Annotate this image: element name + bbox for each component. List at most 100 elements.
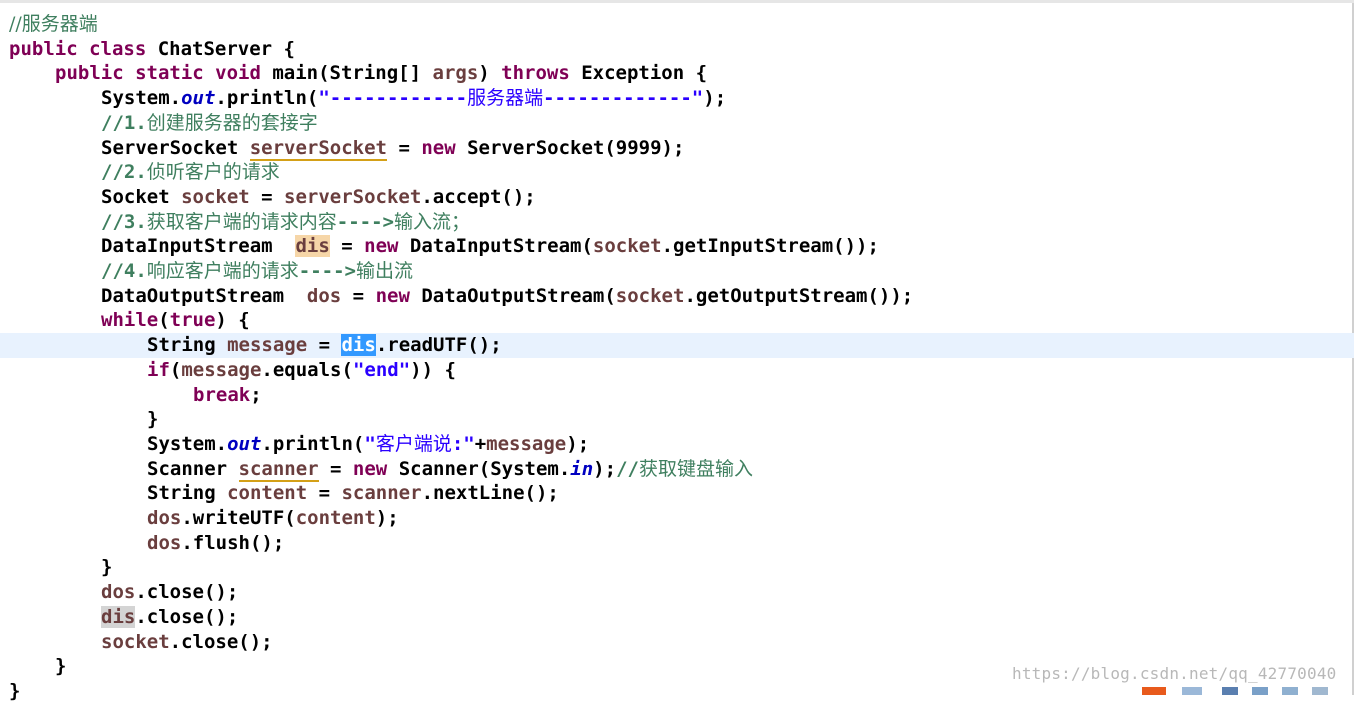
- code-token: ) {: [215, 309, 250, 332]
- code-token: 输入流；: [393, 210, 470, 233]
- code-token: .accept();: [421, 185, 536, 208]
- code-line[interactable]: break;: [0, 383, 1354, 408]
- code-line[interactable]: String message = dis.readUTF();: [0, 333, 1354, 358]
- code-token: }: [101, 556, 113, 579]
- code-token: throws: [501, 62, 582, 85]
- code-token: );: [566, 432, 590, 455]
- code-token: new: [375, 284, 422, 307]
- code-line[interactable]: String content = scanner.nextLine();: [0, 481, 1354, 506]
- code-line-text: String message = dis.readUTF();: [147, 333, 502, 358]
- code-token: public static void: [55, 62, 273, 85]
- code-token: scanner: [341, 482, 422, 505]
- code-line[interactable]: Scanner scanner = new Scanner(System.in)…: [0, 457, 1354, 482]
- code-token: //服务器端: [9, 13, 98, 35]
- editor-top-border: [0, 0, 1354, 3]
- code-line[interactable]: DataInputStream dis = new DataInputStrea…: [0, 234, 1354, 259]
- code-token: out: [227, 432, 262, 455]
- code-line-text: ServerSocket serverSocket = new ServerSo…: [101, 136, 684, 161]
- code-line[interactable]: while(true) {: [0, 308, 1354, 333]
- code-editor[interactable]: //服务器端 public class ChatServer {public st…: [0, 0, 1354, 702]
- code-token: =: [307, 482, 342, 505]
- code-token: ---->: [336, 210, 394, 233]
- code-line[interactable]: dis.close();: [0, 605, 1354, 630]
- code-line-text: dos.close();: [101, 580, 238, 605]
- code-token: .readUTF();: [375, 334, 502, 357]
- code-line-text: socket.close();: [101, 630, 273, 655]
- code-token: new: [421, 136, 468, 159]
- code-token: .close();: [169, 630, 273, 653]
- code-token: break: [193, 383, 251, 406]
- code-token: socket: [101, 630, 170, 653]
- code-token: //3.: [101, 210, 147, 233]
- code-line-text: Scanner scanner = new Scanner(System.in)…: [147, 457, 753, 482]
- code-line[interactable]: //3.获取客户端的请求内容---->输入流；: [0, 210, 1354, 235]
- code-token: ;: [250, 383, 262, 406]
- code-line-text: public class ChatServer {: [9, 37, 295, 62]
- code-line[interactable]: }: [0, 555, 1354, 580]
- code-token: }: [147, 408, 159, 431]
- code-token: ---->: [298, 260, 356, 282]
- code-line-text: DataInputStream dis = new DataInputStrea…: [101, 234, 879, 259]
- code-line[interactable]: if(message.equals("end")) {: [0, 358, 1354, 383]
- code-line[interactable]: dos.writeUTF(content);: [0, 506, 1354, 531]
- code-token: content: [295, 507, 376, 529]
- code-line[interactable]: Socket socket = serverSocket.accept();: [0, 185, 1354, 210]
- code-token: ChatServer {: [157, 37, 295, 60]
- code-line[interactable]: socket.close();: [0, 630, 1354, 655]
- code-token: }: [9, 679, 21, 702]
- code-token: ServerSocket: [101, 136, 250, 159]
- code-line-text: break;: [193, 383, 262, 408]
- code-line[interactable]: public class ChatServer {: [0, 37, 1354, 62]
- code-line[interactable]: //1.创建服务器的套接字: [0, 111, 1354, 136]
- code-token: DataOutputStream: [101, 284, 307, 307]
- code-token: in: [570, 457, 594, 480]
- code-token: 服务器端: [467, 87, 544, 110]
- code-line[interactable]: ServerSocket serverSocket = new ServerSo…: [0, 136, 1354, 161]
- tray-icon-5: [1312, 687, 1328, 695]
- code-line-text: }: [9, 679, 20, 704]
- code-token: .println(: [261, 432, 365, 455]
- code-token: .writeUTF(: [181, 507, 296, 529]
- code-token: ": [364, 432, 376, 455]
- code-token: //2.: [101, 161, 147, 184]
- code-line-text: //3.获取客户端的请求内容---->输入流；: [101, 210, 470, 235]
- code-line-text: DataOutputStream dos = new DataOutputStr…: [101, 284, 913, 309]
- code-token: )) {: [410, 358, 456, 381]
- code-line[interactable]: System.out.println("------------服务器端----…: [0, 86, 1354, 111]
- code-line[interactable]: dos.close();: [0, 580, 1354, 605]
- code-line-text: String content = scanner.nextLine();: [147, 481, 559, 506]
- code-line-text: System.out.println("------------服务器端----…: [101, 86, 726, 111]
- code-token: =: [249, 185, 285, 208]
- code-line[interactable]: //服务器端: [0, 12, 1354, 37]
- code-line-text: }: [147, 407, 158, 432]
- tray-icon-4: [1282, 687, 1298, 695]
- code-token: }: [55, 655, 67, 678]
- code-token: "end": [352, 358, 411, 381]
- code-line-text: //服务器端: [9, 12, 98, 37]
- code-line[interactable]: }: [0, 407, 1354, 432]
- taskbar-tray-strip: [1142, 685, 1342, 695]
- code-line-text: //4.响应客户端的请求---->输出流: [101, 259, 413, 284]
- code-token: true: [169, 309, 216, 332]
- code-line-text: Socket socket = serverSocket.accept();: [101, 185, 536, 210]
- code-token: dis: [101, 605, 136, 628]
- code-line[interactable]: DataOutputStream dos = new DataOutputStr…: [0, 284, 1354, 309]
- code-token: .println(: [215, 87, 319, 110]
- code-token: Scanner(System.: [398, 457, 571, 480]
- code-token: dos: [147, 531, 182, 554]
- code-token: 响应客户端的请求: [146, 260, 299, 282]
- code-token: serverSocket: [249, 136, 387, 161]
- code-line-text: dos.flush();: [147, 531, 284, 556]
- code-token: +: [474, 432, 487, 455]
- code-line[interactable]: public static void main(String[] args) t…: [0, 61, 1354, 86]
- code-line[interactable]: dos.flush();: [0, 531, 1354, 556]
- code-line-text: dis.close();: [101, 605, 238, 630]
- code-token: //: [616, 457, 639, 480]
- code-line[interactable]: //2.侦听客户的请求: [0, 160, 1354, 185]
- code-line-text: //2.侦听客户的请求: [101, 160, 280, 185]
- code-line[interactable]: //4.响应客户端的请求---->输出流: [0, 259, 1354, 284]
- code-token: 获取客户端的请求内容: [146, 210, 337, 233]
- code-token: .getOutputStream());: [684, 284, 914, 307]
- code-token: args: [432, 62, 479, 85]
- code-line[interactable]: System.out.println("客户端说:"+message);: [0, 432, 1354, 457]
